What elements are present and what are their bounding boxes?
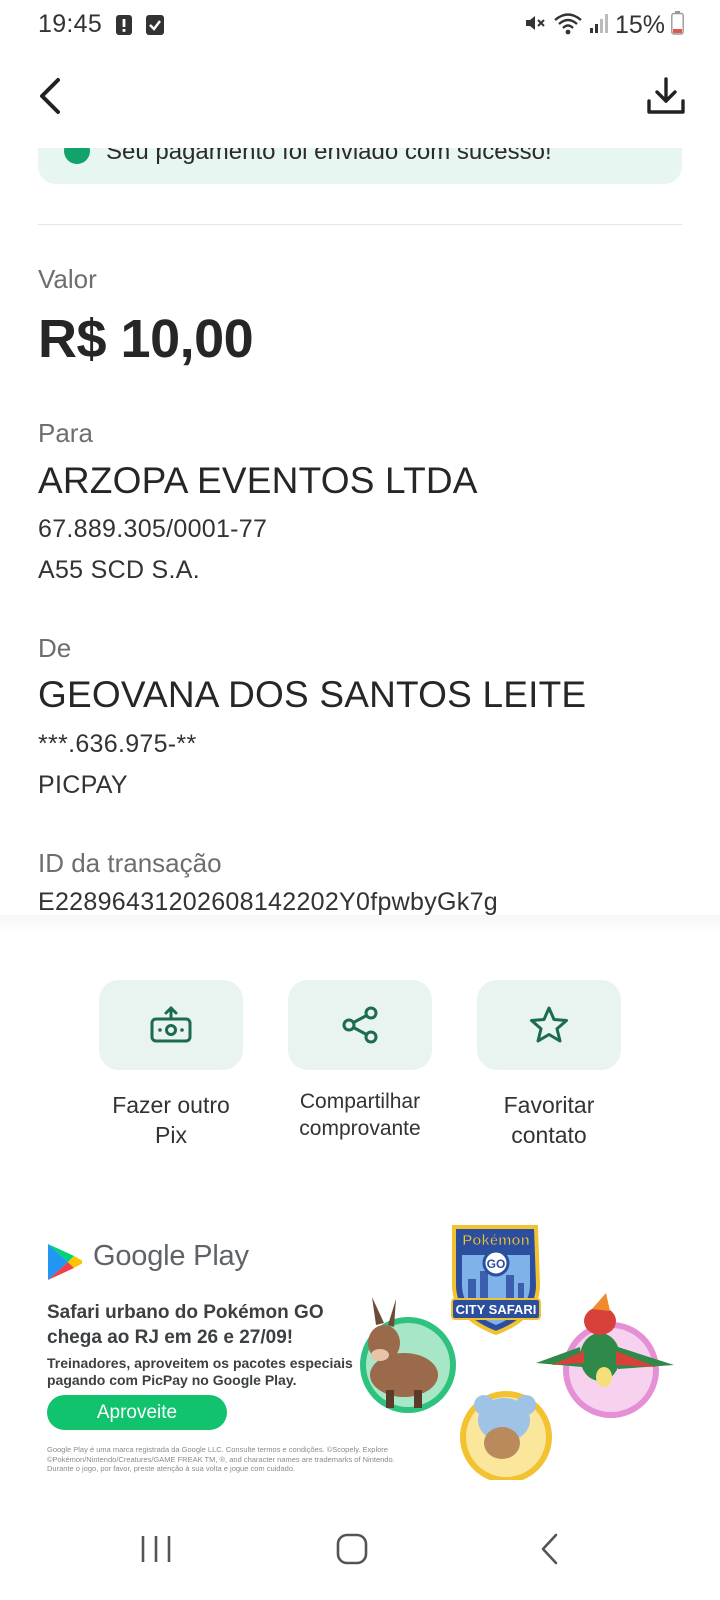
- actions-shadow: [0, 915, 720, 935]
- de-name: GEOVANA DOS SANTOS LEITE: [38, 674, 587, 715]
- success-check-icon: [64, 148, 90, 164]
- action-tile[interactable]: [99, 980, 243, 1070]
- google-play-wordmark: Google Play: [93, 1240, 249, 1272]
- de-bank: PICPAY: [38, 771, 128, 799]
- system-nav-bar: [0, 1505, 720, 1600]
- nav-back-button[interactable]: [520, 1525, 580, 1573]
- transaction-id-value: E22896431202608142202Y0fpwbyGk7g: [38, 888, 498, 916]
- de-document: ***.636.975-**: [38, 730, 197, 758]
- share-icon: [342, 1006, 378, 1044]
- star-icon: [530, 1006, 568, 1043]
- home-icon: [336, 1533, 368, 1565]
- ad-headline: Safari urbano do Pokémon GO chega ao RJ …: [47, 1302, 324, 1348]
- para-label: Para: [38, 418, 93, 448]
- status-time: 19:45: [38, 10, 103, 38]
- action-tile[interactable]: [477, 980, 621, 1070]
- valor-amount: R$ 10,00: [38, 309, 254, 369]
- recents-icon: [141, 1536, 171, 1562]
- google-play-logo-icon: [46, 1242, 84, 1287]
- favoritar-contato-button[interactable]: Favoritar contato: [477, 980, 621, 1150]
- fazer-outro-pix-button[interactable]: Fazer outro Pix: [99, 980, 243, 1150]
- success-banner: Seu pagamento foi enviado com sucesso!: [38, 148, 682, 184]
- transaction-id-label: ID da transação: [38, 848, 222, 878]
- back-button[interactable]: [30, 72, 70, 120]
- pix-transfer-icon: [150, 1006, 192, 1043]
- back-icon: [541, 1533, 558, 1565]
- para-document: 67.889.305/0001-77: [38, 515, 268, 543]
- mute-icon: [523, 11, 547, 40]
- action-label: Favoritar contato: [503, 1092, 595, 1148]
- action-label: Compartilhar comprovante: [299, 1090, 421, 1140]
- battery-text: 15%: [614, 10, 665, 39]
- home-button[interactable]: [322, 1525, 382, 1573]
- download-icon: [647, 77, 685, 114]
- aproveite-button[interactable]: Aproveite: [47, 1395, 227, 1430]
- signal-icon: [589, 12, 609, 39]
- back-arrow-icon: [40, 78, 60, 114]
- divider: [38, 224, 682, 225]
- battery-icon: [671, 10, 684, 40]
- de-label: De: [38, 633, 72, 663]
- banner-clip: Seu pagamento foi enviado com sucesso!: [0, 148, 720, 188]
- compartilhar-comprovante-button[interactable]: Compartilhar comprovante: [288, 980, 432, 1142]
- status-bar: 19:45 15%: [0, 0, 720, 52]
- valor-label: Valor: [38, 264, 97, 294]
- para-bank: A55 SCD S.A.: [38, 556, 200, 584]
- wifi-icon: [553, 11, 583, 40]
- download-button[interactable]: [642, 72, 690, 120]
- ad-body: Treinadores, aproveitem os pacotes espec…: [47, 1355, 353, 1388]
- ad-legal-text: Google Play é uma marca registrada da Go…: [47, 1445, 395, 1473]
- pokemon-artwork: CITY SAFARI Pokémon GO: [360, 1225, 674, 1480]
- recents-button[interactable]: [126, 1525, 186, 1573]
- google-play-ad[interactable]: Google Play Safari urbano do Pokémon GO …: [40, 1225, 690, 1480]
- checkbox-icon: [145, 14, 165, 41]
- badge-go-text: GO: [487, 1257, 506, 1271]
- alert-icon: [115, 14, 133, 41]
- badge-ribbon-text: CITY SAFARI: [456, 1302, 537, 1317]
- action-tile[interactable]: [288, 980, 432, 1070]
- action-label: Fazer outro Pix: [112, 1092, 230, 1148]
- banner-text: Seu pagamento foi enviado com sucesso!: [106, 148, 552, 165]
- badge-title-text: Pokémon: [462, 1232, 530, 1249]
- para-name: ARZOPA EVENTOS LTDA: [38, 460, 478, 501]
